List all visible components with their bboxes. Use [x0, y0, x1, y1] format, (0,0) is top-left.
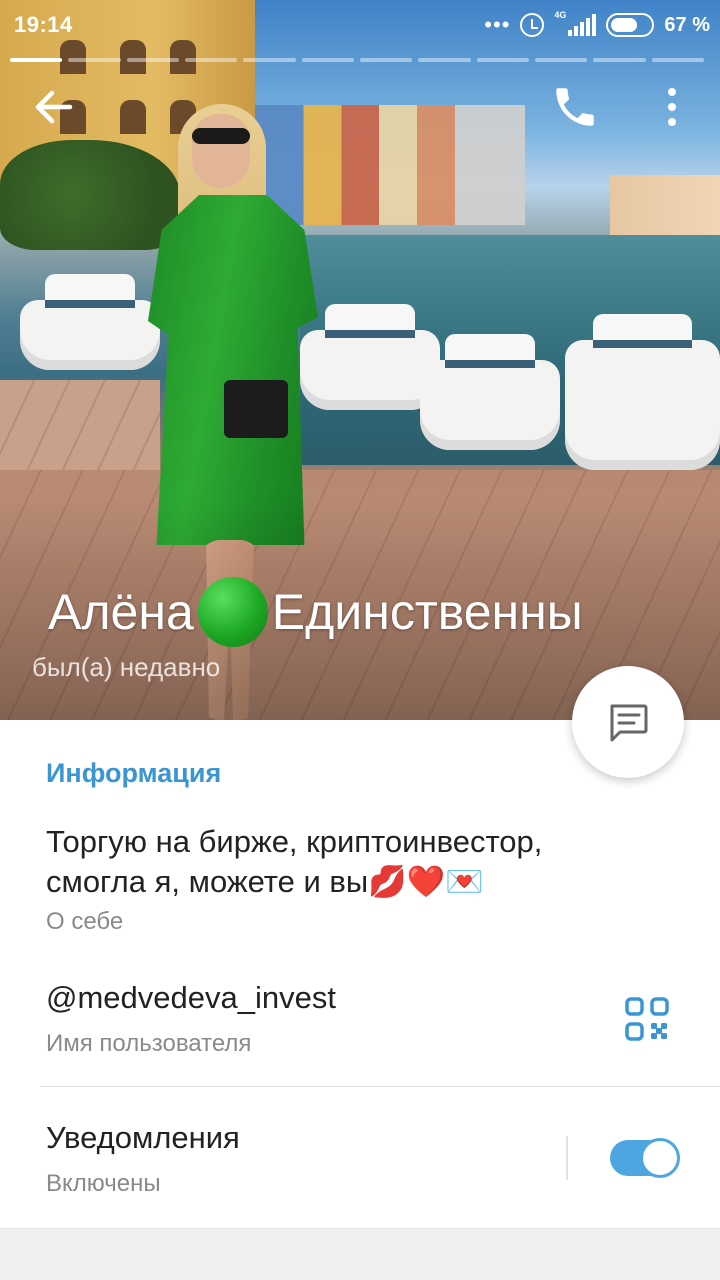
story-segment [476, 58, 529, 62]
story-segment [359, 58, 413, 62]
photo-boat [420, 334, 560, 450]
network-type: 4G [554, 10, 567, 20]
more-vertical-icon [668, 88, 676, 126]
story-segment [593, 58, 646, 62]
username-value[interactable]: @medvedeva_invest [46, 980, 336, 1016]
bio-label: О себе [46, 908, 124, 935]
info-section: Информация Торгую на бирже, криптоинвест… [0, 720, 720, 1228]
divider [40, 1086, 720, 1087]
notifications-toggle[interactable] [610, 1138, 680, 1178]
qr-code-icon [625, 997, 669, 1041]
qr-code-button[interactable] [624, 996, 670, 1042]
notifications-title[interactable]: Уведомления [46, 1120, 240, 1156]
notification-dots: ••• [484, 12, 511, 37]
story-segment [301, 58, 354, 62]
username-label: Имя пользователя [46, 1030, 252, 1057]
last-seen-status: был(а) недавно [32, 652, 221, 682]
info-section-title: Информация [46, 758, 222, 788]
story-segment [418, 58, 471, 62]
call-button[interactable] [550, 82, 600, 132]
alarm-icon [520, 13, 545, 37]
status-time: 19:14 [14, 12, 73, 37]
photo-boat [20, 274, 160, 370]
signal-icon: 4G [554, 10, 597, 36]
message-button[interactable] [572, 666, 684, 778]
toggle-knob [640, 1138, 680, 1178]
profile-name-first: Алёна [48, 584, 194, 640]
notifications-status: Включены [46, 1170, 161, 1197]
green-circle-emoji [197, 577, 268, 647]
bio-text[interactable]: Торгую на бирже, криптоинвестор, смогла … [46, 822, 606, 902]
story-segment [651, 58, 704, 62]
bottom-section-separator [0, 1228, 720, 1280]
story-segment [10, 58, 63, 62]
story-segment [126, 58, 179, 62]
story-segment [243, 58, 296, 62]
story-progress [10, 58, 704, 62]
status-bar: 19:14 ••• 4G 67 % [0, 0, 720, 52]
phone-icon [556, 88, 594, 126]
story-segment [184, 58, 238, 62]
battery-percent: 67 % [664, 13, 710, 36]
message-icon [610, 704, 648, 742]
vertical-divider [566, 1136, 568, 1180]
more-button[interactable] [650, 82, 694, 132]
photo-boat [565, 314, 720, 470]
back-button[interactable] [30, 84, 80, 130]
story-segment [68, 58, 121, 62]
arrow-left-icon [35, 90, 73, 124]
profile-name: Алёна Единственны [48, 572, 688, 652]
story-segment [534, 58, 588, 62]
battery-icon [606, 13, 655, 37]
profile-name-rest: Единственны [271, 584, 583, 640]
